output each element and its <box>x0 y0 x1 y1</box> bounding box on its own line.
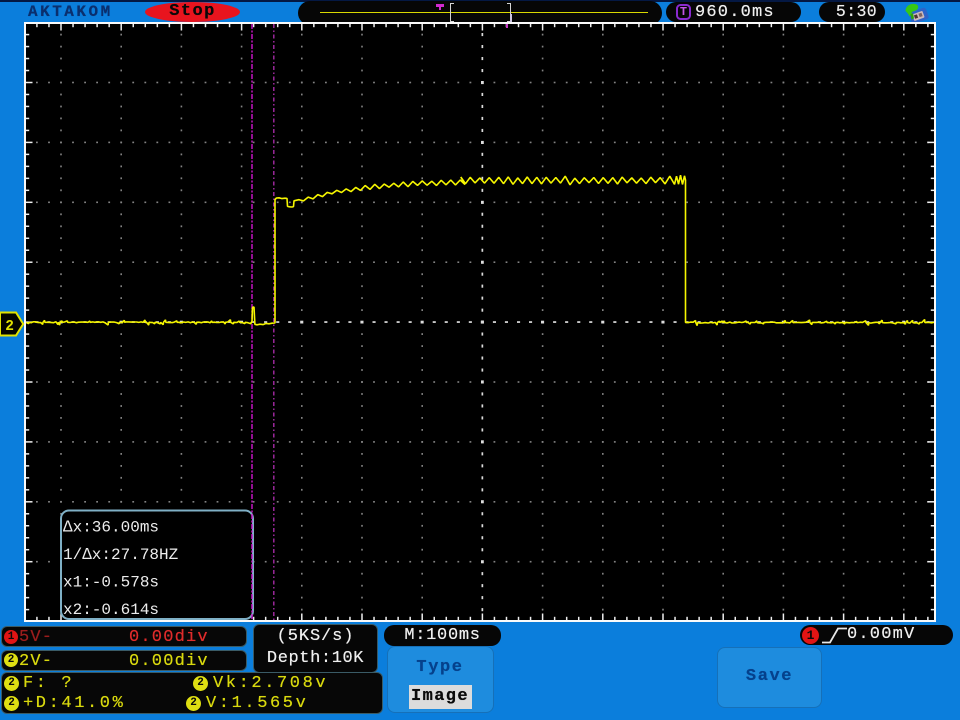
svg-text:2: 2 <box>5 319 14 335</box>
svg-text:x2:-0.614s: x2:-0.614s <box>63 601 159 619</box>
svg-text:1/∆x:27.78HZ: 1/∆x:27.78HZ <box>63 546 179 564</box>
svg-text:x1:-0.578s: x1:-0.578s <box>63 574 159 592</box>
svg-text:∆x:36.00ms: ∆x:36.00ms <box>63 519 159 537</box>
